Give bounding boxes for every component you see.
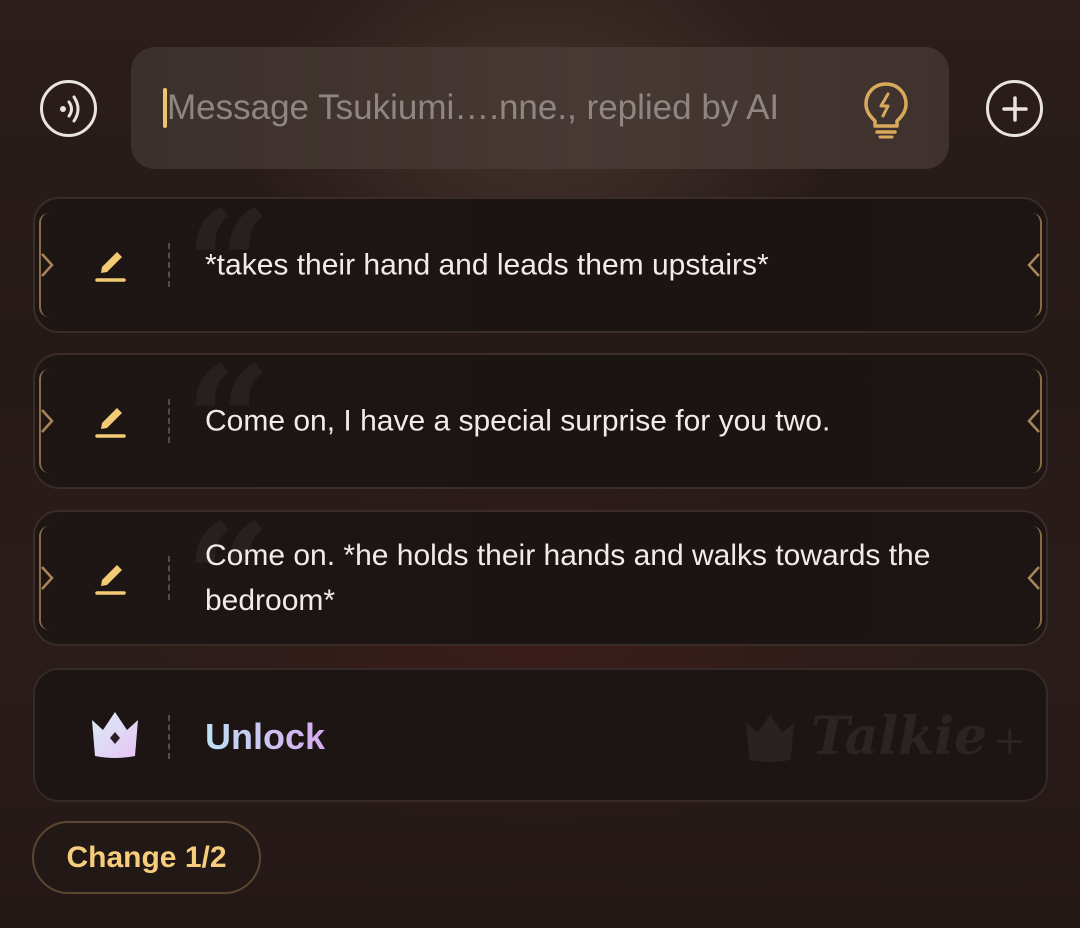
pencil-icon[interactable] xyxy=(91,558,131,598)
change-button[interactable]: Change 1/2 xyxy=(32,821,261,894)
voice-button[interactable] xyxy=(40,80,97,137)
lightbulb-icon xyxy=(864,82,908,139)
suggestion-card[interactable]: “ Come on. *he holds their hands and wal… xyxy=(33,504,1048,654)
chevron-left-icon xyxy=(1027,566,1040,590)
suggestion-text: *takes their hand and leads them upstair… xyxy=(205,248,769,282)
card-divider xyxy=(168,243,170,287)
plus-icon xyxy=(1001,95,1028,122)
suggestion-text: Come on, I have a special surprise for y… xyxy=(205,404,831,438)
suggestion-card[interactable]: “ *takes their hand and leads them upsta… xyxy=(33,191,1048,341)
card-divider xyxy=(168,399,170,443)
crown-icon xyxy=(92,712,138,758)
unlock-label[interactable]: Unlock xyxy=(205,714,325,760)
suggestion-card[interactable]: “ Come on, I have a special surprise for… xyxy=(33,347,1048,497)
inspiration-button[interactable] xyxy=(857,78,915,142)
suggestion-text: Come on. *he holds their hands and walks… xyxy=(205,539,931,617)
chevron-left-icon xyxy=(1027,253,1040,277)
crown-watermark-icon xyxy=(746,714,794,762)
chevron-left-icon xyxy=(1027,409,1040,433)
card-divider xyxy=(168,715,170,759)
talkie-watermark: Talkie + xyxy=(743,706,1043,768)
pencil-icon[interactable] xyxy=(91,245,131,285)
card-divider xyxy=(168,556,170,600)
chevron-right-icon xyxy=(41,253,54,277)
pencil-icon[interactable] xyxy=(91,401,131,441)
voice-wave-icon xyxy=(59,95,79,122)
message-input[interactable]: Message Tsukiumi….nne., replied by AI xyxy=(167,86,779,130)
brand-label: Talkie + xyxy=(811,706,1027,767)
unlock-card[interactable]: Unlock Talkie + xyxy=(33,668,1048,802)
chevron-right-icon xyxy=(41,566,54,590)
add-button[interactable] xyxy=(986,80,1043,137)
chevron-right-icon xyxy=(41,409,54,433)
